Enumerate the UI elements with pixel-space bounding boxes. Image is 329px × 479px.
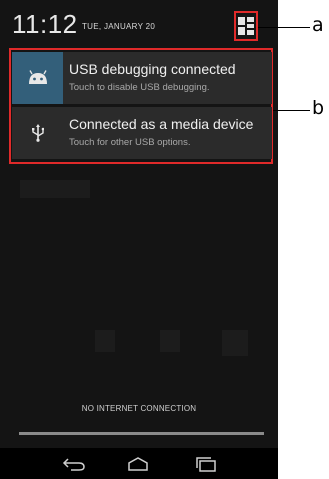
notification-icon-container [12,52,63,104]
notification-title: Connected as a media device [69,116,254,132]
background-app-ghost [222,330,248,356]
notification-title: USB debugging connected [69,61,236,77]
notification-usb-debugging[interactable]: USB debugging connected Touch to disable… [12,52,272,104]
notification-subtitle: Touch to disable USB debugging. [69,82,210,93]
callout-label-b: b [312,97,325,119]
callout-line-a [258,27,310,28]
background-app-ghost [95,330,115,352]
home-icon[interactable] [126,456,150,472]
background-app-ghost [160,330,180,352]
notification-shade: 11:12 TUE, JANUARY 20 USB debugging conn… [0,0,278,479]
android-icon [28,70,47,84]
callout-line-b [273,110,310,111]
quick-settings-icon[interactable] [238,17,254,35]
usb-icon [31,124,44,142]
callout-label-a: a [312,14,324,36]
notification-icon-container [12,107,63,159]
shade-header: 11:12 TUE, JANUARY 20 [0,0,278,46]
shade-drag-handle[interactable] [19,432,264,435]
navigation-bar [0,448,278,479]
clock: 11:12 [12,9,78,39]
recent-apps-icon[interactable] [194,456,218,472]
back-icon[interactable] [62,456,86,472]
notification-subtitle: Touch for other USB options. [69,137,191,148]
date-label: TUE, JANUARY 20 [82,22,156,31]
connection-status: NO INTERNET CONNECTION [81,404,197,413]
background-app-ghost [20,180,90,198]
notifications-highlight: USB debugging connected Touch to disable… [9,48,273,164]
notification-media-device[interactable]: Connected as a media device Touch for ot… [12,107,272,159]
